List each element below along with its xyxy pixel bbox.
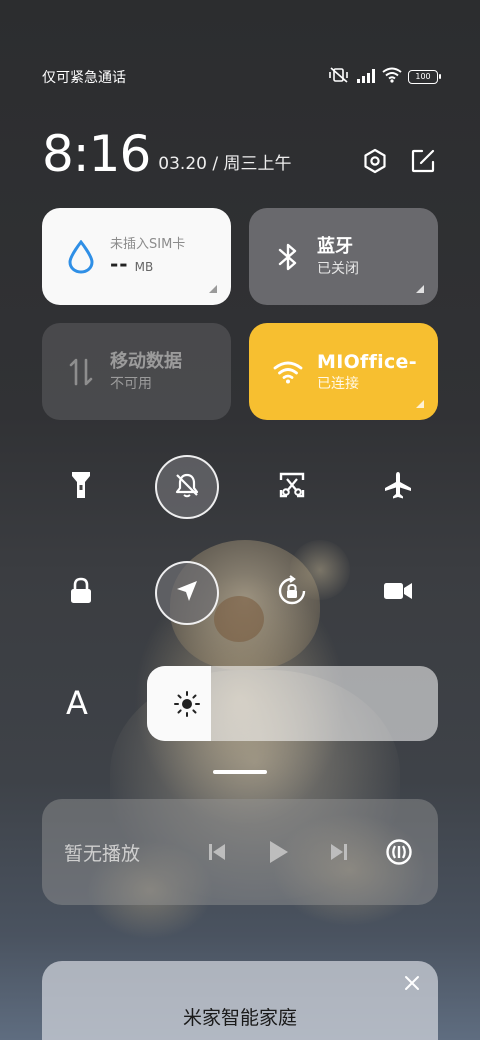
flashlight-icon bbox=[69, 470, 93, 504]
brightness-slider[interactable] bbox=[147, 666, 438, 741]
mobile-data-tile[interactable]: 移动数据 不可用 bbox=[42, 323, 231, 420]
close-icon[interactable] bbox=[402, 973, 422, 993]
next-track-icon[interactable] bbox=[324, 837, 354, 867]
vibrate-off-icon bbox=[328, 67, 350, 87]
lock-icon bbox=[69, 577, 93, 609]
data-usage-value: -- bbox=[110, 252, 129, 276]
video-toggle[interactable] bbox=[366, 561, 430, 625]
edit-icon[interactable] bbox=[408, 146, 438, 176]
auto-brightness-label[interactable]: A bbox=[66, 684, 96, 722]
settings-icon[interactable] bbox=[360, 146, 390, 176]
smart-home-title: 米家智能家庭 bbox=[182, 1007, 297, 1029]
screenshot-icon bbox=[278, 471, 306, 503]
data-usage-unit: MB bbox=[134, 260, 154, 274]
clock-time: 8:16 bbox=[42, 125, 151, 183]
tile-expand-indicator bbox=[209, 285, 217, 293]
tile-expand-indicator bbox=[416, 285, 424, 293]
wifi-tile[interactable]: MIOffice- 已连接 bbox=[249, 323, 438, 420]
rotation-lock-toggle[interactable] bbox=[260, 561, 324, 625]
media-status-label: 暂无播放 bbox=[64, 842, 141, 865]
audio-output-icon[interactable] bbox=[384, 837, 414, 867]
bluetooth-status: 已关闭 bbox=[317, 260, 359, 277]
water-drop-icon bbox=[66, 239, 96, 274]
battery-icon: 100 bbox=[408, 70, 441, 84]
lock-screen-toggle[interactable] bbox=[49, 561, 113, 625]
wifi-network-name: MIOffice- bbox=[317, 350, 417, 373]
data-arrows-icon bbox=[66, 357, 96, 387]
clock-row: 8:16 03.20 / 周三上午 bbox=[42, 122, 438, 182]
status-icons: 100 bbox=[328, 67, 441, 87]
mute-toggle[interactable] bbox=[155, 455, 219, 519]
location-icon bbox=[174, 578, 200, 608]
header-actions bbox=[360, 146, 438, 176]
wifi-status-icon bbox=[382, 67, 402, 87]
tile-expand-indicator bbox=[416, 400, 424, 408]
video-icon bbox=[383, 580, 413, 606]
smart-home-card[interactable]: 米家智能家庭 bbox=[42, 961, 438, 1040]
carrier-label: 仅可紧急通话 bbox=[42, 70, 126, 86]
signal-icon bbox=[356, 68, 376, 87]
sun-icon bbox=[173, 690, 201, 718]
flashlight-toggle[interactable] bbox=[49, 455, 113, 519]
wifi-icon bbox=[273, 357, 303, 387]
mobile-data-usage-tile[interactable]: 未插入SIM卡 -- MB bbox=[42, 208, 231, 305]
bluetooth-label: 蓝牙 bbox=[317, 235, 353, 257]
mute-icon bbox=[174, 472, 200, 502]
bluetooth-tile[interactable]: 蓝牙 已关闭 bbox=[249, 208, 438, 305]
play-icon[interactable] bbox=[263, 837, 293, 867]
previous-track-icon[interactable] bbox=[202, 837, 232, 867]
location-toggle[interactable] bbox=[155, 561, 219, 625]
bluetooth-icon bbox=[273, 242, 303, 272]
mobile-data-label: 移动数据 bbox=[110, 350, 182, 372]
mobile-data-status: 不可用 bbox=[110, 375, 152, 392]
wifi-status: 已连接 bbox=[317, 375, 359, 392]
status-bar: 仅可紧急通话 100 bbox=[42, 66, 441, 88]
drag-handle[interactable] bbox=[213, 770, 267, 774]
media-player: 暂无播放 bbox=[42, 799, 438, 905]
airplane-toggle[interactable] bbox=[366, 455, 430, 519]
rotation-lock-icon bbox=[276, 575, 308, 611]
screenshot-toggle[interactable] bbox=[260, 455, 324, 519]
wallpaper-bear-nose bbox=[214, 596, 264, 642]
clock-date: 03.20 / 周三上午 bbox=[158, 154, 292, 174]
airplane-icon bbox=[383, 470, 413, 504]
